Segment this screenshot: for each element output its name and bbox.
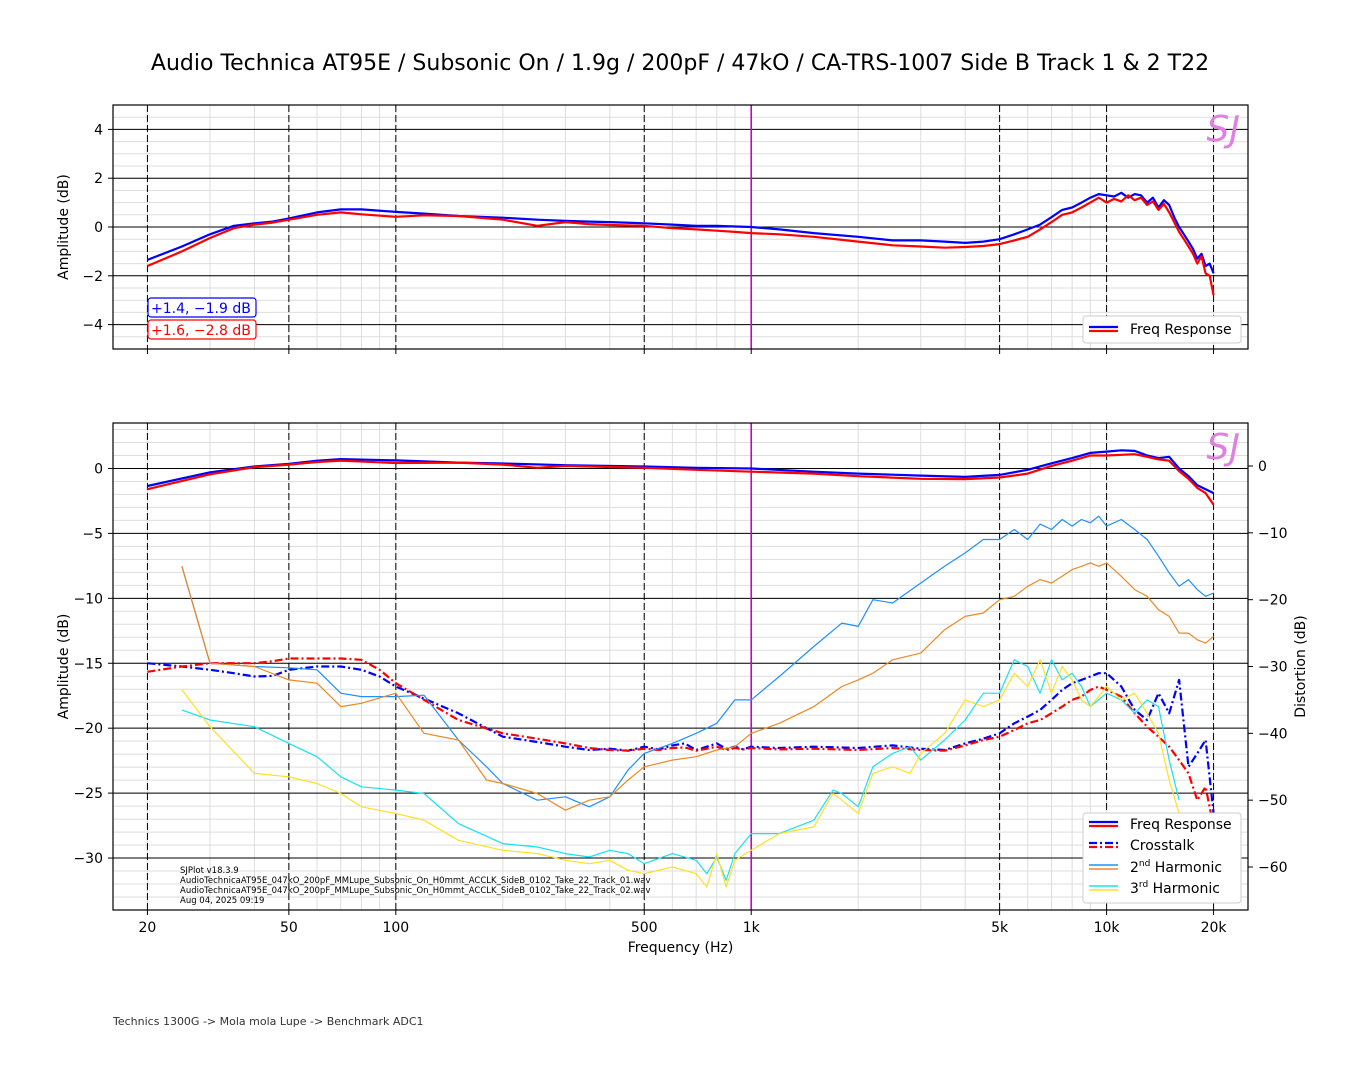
y-tick-label: −15 [73,656,103,672]
info-line: AudioTechnicaAT95E_047kO_200pF_MMLupe_Su… [180,876,651,886]
x-tick-label: 50 [280,920,298,936]
x-tick-label: 5k [991,920,1009,936]
y2-tick-label: −40 [1258,726,1288,742]
range-annotation: +1.6, −2.8 dB [151,323,251,339]
legend-label-sup: rd [1139,880,1148,890]
y-tick-label: 2 [94,171,103,187]
footer-note: Technics 1300G -> Mola mola Lupe -> Benc… [112,1015,424,1028]
x-tick-label: 20k [1201,920,1228,936]
y2-axis-label: Distortion (dB) [1293,615,1309,717]
y2-tick-label: −60 [1258,860,1288,876]
y-tick-label: −25 [73,786,103,802]
series-3rd-harmonic-r [181,659,1180,888]
legend-label-text: Harmonic [1150,860,1222,876]
legend-label: Freq Response [1130,322,1232,338]
freq-response-panel: 4 2 0 −2 −4 Amplitude (dB) SJ +1.4, −1.9 dB +1.6… [56,104,1249,354]
info-line: SJPlot v18.3.9 [180,866,239,876]
watermark-logo: SJ [1207,109,1240,150]
y-tick-label: 0 [94,461,103,477]
y-tick-label: 0 [94,220,103,236]
series-freq-response [147,191,1215,274]
x-axis-label: Frequency (Hz) [628,940,734,956]
y2-tick-label: −50 [1258,793,1288,809]
x-tick-label: 100 [382,920,409,936]
y2-tick-label: −30 [1258,660,1288,676]
chart-canvas: Audio Technica AT95E / Subsonic On / 1.9… [0,0,1361,1080]
watermark-logo: SJ [1207,427,1240,468]
chart-svg: Audio Technica AT95E / Subsonic On / 1.9… [56,51,1309,1028]
x-tick-label: 20 [139,920,157,936]
y2-tick-label: −20 [1258,593,1288,609]
x-tick-label: 500 [631,920,658,936]
distortion-panel: 20 50 100 500 1k 5k 10k 20k0−5−10−15−20−25−30Am… [56,422,1309,956]
series-crosstalk [147,662,1215,814]
y-tick-label: −2 [82,269,103,285]
y-tick-label: −4 [82,318,103,334]
series-3rd-harmonic [181,659,1180,881]
y2-tick-label: 0 [1258,459,1267,475]
y-axis-label: Amplitude (dB) [56,614,72,720]
y-tick-label: −5 [82,526,103,542]
legend-label: Freq Response [1130,817,1232,833]
legend-label-num: 2 [1130,860,1139,876]
legend-label-num: 3 [1130,881,1139,897]
series-crosstalk-r [147,657,1215,828]
y-tick-label: −20 [73,721,103,737]
y-tick-label: −10 [73,591,103,607]
legend-label-text: Harmonic [1148,881,1220,897]
range-annotation: +1.4, −1.9 dB [151,301,251,317]
plot-frame [112,422,1249,911]
y-tick-label: 4 [94,122,103,138]
series-freq-response-r [146,194,1215,296]
x-tick-label: 1k [743,920,761,936]
y-tick-label: −30 [73,851,103,867]
series-freq-response [147,449,1215,495]
x-tick-label: 10k [1094,920,1121,936]
legend-label: Crosstalk [1130,838,1195,854]
info-line: AudioTechnicaAT95E_047kO_200pF_MMLupe_Su… [180,886,651,896]
chart-title: Audio Technica AT95E / Subsonic On / 1.9… [151,51,1209,76]
y2-tick-label: −10 [1258,526,1288,542]
info-line: Aug 04, 2025 09:19 [180,896,264,906]
legend-label-sup: nd [1139,859,1150,869]
y-axis-label: Amplitude (dB) [56,174,72,280]
